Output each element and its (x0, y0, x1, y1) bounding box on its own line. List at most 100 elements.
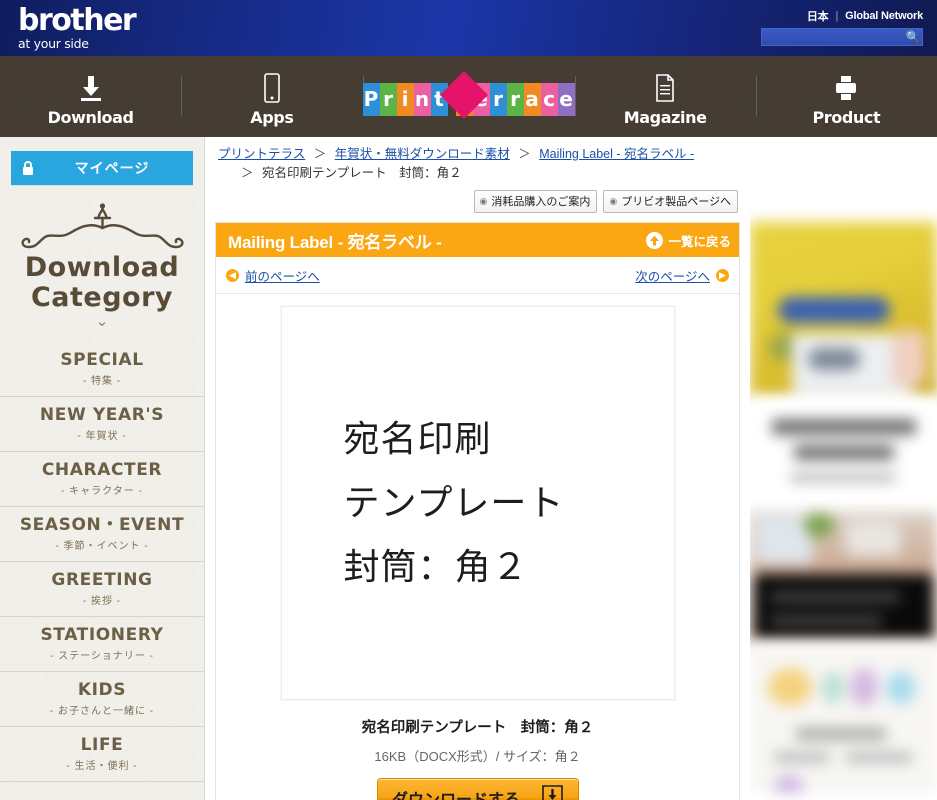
header-links: 日本 | Global Network (807, 8, 923, 24)
search-icon[interactable]: 🔍 (904, 30, 922, 44)
nav-label-magazine: Magazine (623, 107, 707, 127)
ad-banner-1-art (750, 222, 937, 397)
category-label-en: CHARACTER (41, 460, 163, 480)
ornament-flourish-icon (0, 199, 204, 251)
nav-item-magazine[interactable]: Magazine (574, 56, 756, 137)
category-label-jp: - 季節・イベント - (55, 541, 149, 552)
sidebar-item-stationery[interactable]: STATIONERY - ステーショナリー - (0, 617, 204, 672)
supplies-purchase-button[interactable]: ◉ 消耗品購入のご案内 (473, 190, 598, 213)
category-label-jp: - 特集 - (82, 376, 122, 387)
nav-item-product[interactable]: Product (755, 56, 937, 137)
document-icon (654, 73, 676, 103)
ad-banner-3[interactable] (750, 512, 937, 642)
category-label-jp: - 年賀状 - (77, 431, 127, 442)
ad-banner-3-art (750, 512, 937, 642)
pt-tile: i (396, 83, 414, 116)
prev-page-label[interactable]: 前のページへ (245, 266, 320, 285)
smartphone-icon (262, 72, 282, 103)
ad-shape (768, 668, 812, 706)
breadcrumb-link-nengajo[interactable]: 年賀状・無料ダウンロード素材 (335, 147, 510, 161)
ad-shape (770, 616, 882, 626)
mypage-button[interactable]: マイページ (11, 151, 193, 185)
back-to-list-button[interactable]: 一覧に戻る (646, 231, 731, 250)
printer-icon (833, 73, 859, 103)
global-network-link[interactable]: Global Network (845, 10, 923, 22)
breadcrumb-link-mailing-label[interactable]: Mailing Label - 宛名ラベル - (539, 147, 694, 161)
template-preview-image[interactable]: 宛名印刷 テンプレート 封筒：角２ (280, 306, 675, 700)
ad-banner-4[interactable] (750, 642, 937, 792)
category-label-jp: - 挨拶 - (82, 596, 122, 607)
bullet-arrow-icon: ◉ (479, 195, 488, 206)
ad-banner-2[interactable] (750, 397, 937, 512)
search-input[interactable] (762, 31, 904, 43)
prev-page-link[interactable]: ◀ 前のページへ (226, 266, 320, 285)
sidebar-item-kids[interactable]: KIDS - お子さんと一緒に - (0, 672, 204, 727)
ad-shape (804, 512, 834, 538)
category-label-jp: - キャラクター - (61, 486, 143, 497)
arrow-up-circle-icon (646, 231, 664, 249)
next-page-link[interactable]: 次のページへ ▶ (635, 266, 729, 285)
pt-tile: r (489, 83, 507, 116)
pt-tile: e (557, 83, 575, 116)
ad-shape (770, 592, 900, 602)
ad-shape (808, 348, 860, 370)
sidebar-item-character[interactable]: CHARACTER - キャラクター - (0, 452, 204, 507)
panel-body: 宛名印刷 テンプレート 封筒：角２ 宛名印刷テンプレート 封筒：角２ 16KB（… (216, 293, 739, 800)
category-label-jp: - ステーショナリー - (49, 651, 155, 662)
ad-shape (886, 672, 916, 704)
ad-shape (774, 752, 830, 763)
breadcrumb-separator: ＞ (518, 147, 531, 161)
nav-item-print-terrace[interactable]: P r i n t T e r r a c e (362, 56, 575, 137)
chevron-down-icon[interactable]: ⌄ (0, 314, 204, 329)
category-label-en: KIDS (77, 680, 127, 700)
arrow-right-circle-icon: ▶ (716, 269, 729, 282)
nav-item-download[interactable]: Download (0, 56, 181, 137)
sidebar-item-season-event[interactable]: SEASON・EVENT - 季節・イベント - (0, 507, 204, 562)
pt-tile: c (540, 83, 558, 116)
breadcrumb: プリントテラス ＞ 年賀状・無料ダウンロード素材 ＞ Mailing Label… (215, 145, 740, 183)
left-sidebar: マイページ Download Category ⌄ SPECIAL - 特集 -… (0, 137, 205, 800)
ad-shape (846, 752, 912, 763)
category-label-en: SPECIAL (60, 350, 144, 370)
supplies-purchase-label: 消耗品購入のご案内 (491, 196, 591, 208)
brother-logo[interactable]: brother at your side (18, 3, 137, 51)
sidebar-item-life[interactable]: LIFE - 生活・便利 - (0, 727, 204, 782)
panel-header: Mailing Label - 宛名ラベル - 一覧に戻る (216, 223, 739, 257)
brother-logo-word: brother (18, 3, 137, 38)
nav-item-apps[interactable]: Apps (181, 56, 362, 137)
category-list: SPECIAL - 特集 - NEW YEAR'S - 年賀状 - CHARAC… (0, 342, 204, 782)
print-terrace-logo[interactable]: P r i n t T e r r a c e (362, 70, 575, 120)
content-panel: Mailing Label - 宛名ラベル - 一覧に戻る ◀ 前のページへ 次… (215, 222, 740, 800)
ad-shape (822, 672, 844, 704)
download-icon (78, 73, 104, 103)
lock-icon (11, 160, 45, 177)
privio-product-button[interactable]: ◉ プリビオ製品ページへ (603, 190, 738, 213)
category-label-en: STATIONERY (40, 625, 164, 645)
sidebar-item-new-years[interactable]: NEW YEAR'S - 年賀状 - (0, 397, 204, 452)
sidebar-item-greeting[interactable]: GREETING - 挨拶 - (0, 562, 204, 617)
download-button[interactable]: ダウンロードする (376, 778, 579, 800)
region-link[interactable]: 日本 (807, 8, 829, 24)
bullet-arrow-icon: ◉ (609, 195, 618, 206)
ad-shape (772, 419, 916, 435)
ad-shape (850, 668, 878, 706)
main-navigation: Download Apps P r i n t T e r r a c e (0, 56, 937, 137)
category-label-en: LIFE (80, 735, 124, 755)
preview-line-2: テンプレート (343, 482, 565, 523)
category-label-en: GREETING (51, 570, 153, 590)
download-category-title: Download Category (0, 253, 204, 313)
privio-product-label: プリビオ製品ページへ (621, 196, 731, 208)
category-label-en: NEW YEAR'S (39, 405, 165, 425)
ad-shape (794, 445, 894, 460)
pager: ◀ 前のページへ 次のページへ ▶ (216, 257, 739, 293)
breadcrumb-current: 宛名印刷テンプレート 封筒：角２ (262, 166, 462, 180)
sidebar-item-special[interactable]: SPECIAL - 特集 - (0, 342, 204, 397)
breadcrumb-link-print-terrace[interactable]: プリントテラス (218, 147, 305, 161)
ad-banner-1[interactable] (750, 222, 937, 397)
breadcrumb-row2: ＞ 宛名印刷テンプレート 封筒：角２ (218, 164, 740, 183)
link-divider: | (835, 10, 839, 22)
next-page-label[interactable]: 次のページへ (635, 266, 710, 285)
header-search[interactable]: 🔍 (761, 28, 923, 46)
ad-banner-4-art (750, 642, 937, 792)
main-content: プリントテラス ＞ 年賀状・無料ダウンロード素材 ＞ Mailing Label… (205, 137, 750, 800)
